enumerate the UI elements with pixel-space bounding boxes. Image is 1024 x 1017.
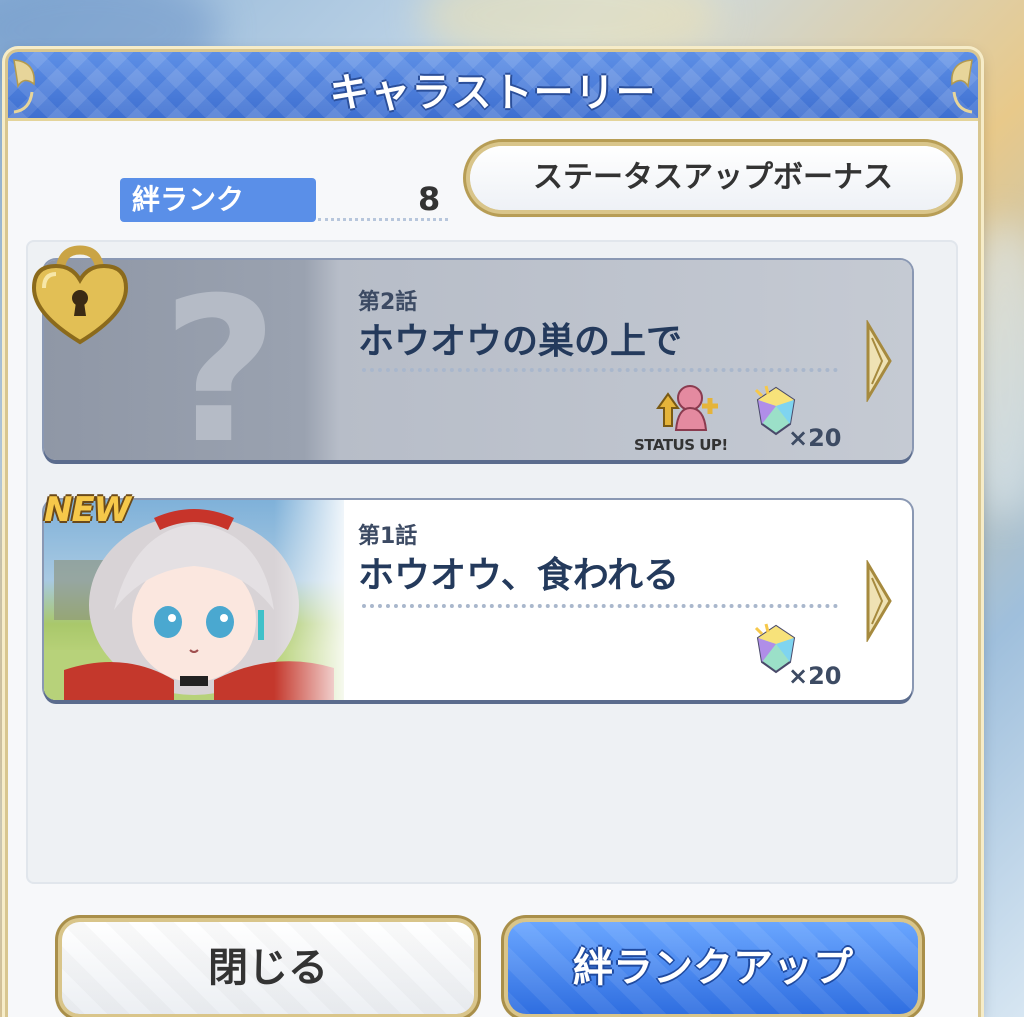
new-badge: NEW: [44, 490, 131, 530]
portrait-fade: [274, 500, 354, 700]
locked-thumbnail-question-mark: ?: [162, 260, 279, 461]
chevron-right-icon: [866, 560, 892, 642]
close-button[interactable]: 閉じる: [62, 922, 474, 1014]
character-story-dialog: キャラストーリー ステータスアップボーナス 絆ランク 8 ? 第2話 ホウオウの…: [8, 52, 978, 1017]
dialog-title-bar: キャラストーリー: [8, 52, 978, 121]
story-card-episode-2[interactable]: ? 第2話 ホウオウの巣の上で STATUS UP! ×20: [44, 260, 912, 460]
story-list: ? 第2話 ホウオウの巣の上で STATUS UP! ×20 第1話 ホウオウ、…: [26, 240, 958, 884]
episode-title: ホウオウ、食われる: [358, 555, 680, 596]
bond-rank-value: 8: [418, 180, 441, 218]
reward-count: ×20: [788, 662, 842, 690]
status-up-icon: [656, 385, 718, 431]
status-up-bonus-button[interactable]: ステータスアップボーナス: [470, 146, 956, 210]
title-divider: [362, 604, 838, 608]
dialog-title: キャラストーリー: [329, 70, 657, 116]
bond-rank-up-button[interactable]: 絆ランクアップ: [508, 922, 918, 1014]
heart-lock-icon: [31, 245, 129, 345]
title-divider: [362, 368, 838, 372]
episode-title: ホウオウの巣の上で: [358, 321, 683, 362]
status-up-text: STATUS UP!: [634, 436, 728, 454]
reward-count: ×20: [788, 424, 842, 452]
story-card-episode-1[interactable]: 第1話 ホウオウ、食われる ×20: [44, 500, 912, 700]
corner-ornament-icon: [951, 59, 973, 114]
bond-rank-label: 絆ランク: [120, 178, 316, 222]
bond-rank-divider: [318, 218, 448, 221]
chevron-right-icon: [866, 320, 892, 402]
